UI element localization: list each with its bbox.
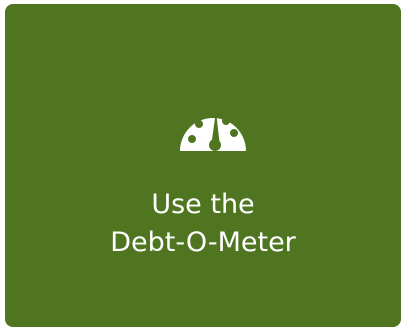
tile-label-line2: Debt-O-Meter — [110, 227, 296, 258]
tile-label: Use the Debt-O-Meter — [5, 186, 401, 262]
speedometer-icon — [178, 97, 248, 153]
debt-o-meter-tile[interactable]: Use the Debt-O-Meter — [5, 4, 401, 327]
tile-label-line1: Use the — [151, 189, 255, 220]
